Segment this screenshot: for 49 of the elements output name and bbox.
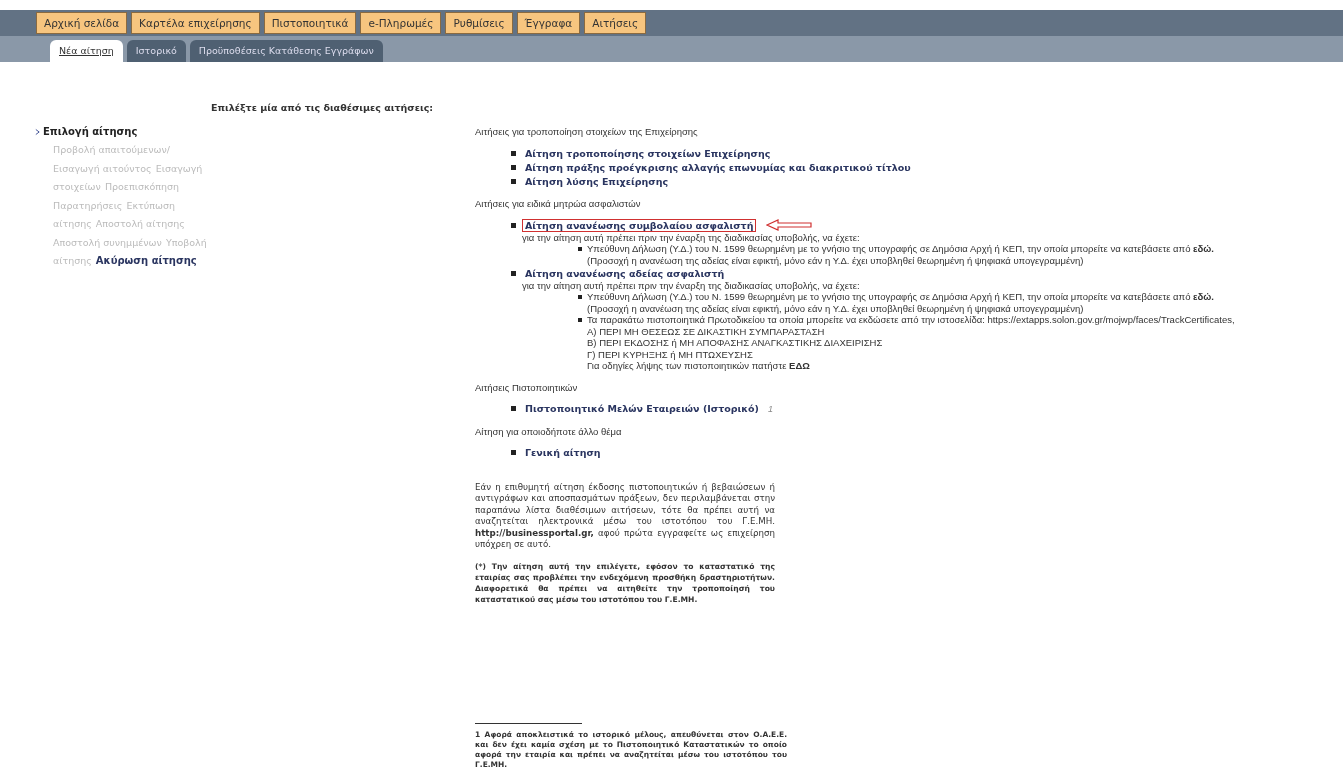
requirement-text: Β) ΠΕΡΙ ΕΚΔΟΣΗΣ ή ΜΗ ΑΠΟΦΑΣΗΣ ΑΝΑΓΚΑΣΤΙΚΗΣ ΔΙΑΧΕΙΡΙΣΗΣ [587, 337, 884, 349]
requirement-text: Για οδηγίες λήψης των πιστοποιητικών πατήστε ΕΔΩ [587, 360, 811, 372]
requirement-text: (Προσοχή η ανανέωση της αδείας είναι εφικτή, μόνο εάν η Υ.Δ. έχει υποβληθεί θεωρημένη ή ψηφιακά υπογεγραμμένη) [587, 254, 1085, 266]
nav-button[interactable]: Έγγραφα [516, 12, 581, 34]
bullet-icon [578, 295, 582, 299]
sidebar-title: Επιλογή αίτησης [43, 126, 138, 137]
bullet-icon [578, 318, 582, 322]
bullet-icon [578, 247, 582, 251]
info-paragraph: Εάν η επιθυμητή αίτηση έκδοσης πιστοποιητικών ή βεβαιώσεων ή αντιγράφων και αποσπασμάτων πράξεων, δεν περιλαμβάνεται στην παραπάνω λίστα διαθέσιμων αιτήσεων, τότε θα πρέπει αυτή να αναζητείται ηλεκτρονικά μέσω του ιστοτόπου του Γ.Ε.ΜΗ. http://businessportal.gr, αφού πρώτα εγγραφείτε ως επιχείρηση υπόχρεη σε αυτό. [475, 481, 775, 551]
bullet-icon [511, 450, 516, 455]
bullet-icon [511, 150, 516, 156]
section-heading: Αιτήσεις για τροποποίηση στοιχείων της Επιχείρησης [475, 126, 699, 137]
requirement-text: (Προσοχή η ανανέωση της αδείας είναι εφικτή, μόνο εάν η Υ.Δ. έχει υποβληθεί θεωρημένη ή ψηφιακά υπογεγραμμένη) [587, 302, 1085, 314]
request-link[interactable]: Αίτηση ανανέωσης αδείας ασφαλιστή [522, 266, 728, 280]
requirement-text: Υπεύθυνη Δήλωση (Υ.Δ.) του Ν. 1599 θεωρημένη με το γνήσιο της υπογραφής σε Δημόσια Αρχή ή ΚΕΠ, την οποία μπορείτε να κατεβάσετε από εδώ. [587, 243, 1214, 255]
step-item[interactable]: Ακύρωση αίτησης [95, 252, 197, 271]
nav-button[interactable]: Αιτήσεις [584, 12, 647, 34]
bullet-icon [511, 270, 516, 276]
nav-button[interactable]: Πιστοποιητικά [263, 12, 357, 34]
bullet-icon [511, 406, 516, 411]
bullet-icon [511, 222, 516, 228]
request-link[interactable]: Αίτηση πράξης προέγκρισης αλλαγής επωνυμίας και διακριτικού τίτλου [522, 160, 914, 174]
section-heading: Αιτήσεις για ειδικά μητρώα ασφαλιστών [475, 198, 642, 209]
requirement-text: Υπεύθυνη Δήλωση (Υ.Δ.) του Ν. 1599 θεωρημένη με το γνήσιο της υπογραφής σε Δημόσια Αρχή ή ΚΕΠ, την οποία μπορείτε να κατεβάσετε από εδώ. [587, 291, 1214, 303]
nav-button[interactable]: Αρχική σελίδα [36, 12, 128, 34]
pointer-arrow-icon [766, 219, 813, 231]
request-link[interactable]: Αίτηση τροποποίησης στοιχείων Επιχείρησης [522, 146, 774, 160]
tab[interactable]: Ιστορικό [126, 40, 186, 62]
request-link[interactable]: Πιστοποιητικό Μελών Εταιρειών (Ιστορικό) [522, 402, 762, 415]
bullet-icon [511, 178, 516, 184]
requirement-text: Γ) ΠΕΡΙ ΚΥΡΗΞΗΣ ή ΜΗ ΠΤΩΧΕΥΣΗΣ [587, 348, 754, 360]
requirements-intro: για την αίτηση αυτή πρέπει πριν την έναρξη της διαδικασίας υποβολής, να έχετε: [522, 232, 861, 243]
nav-button[interactable]: Ρυθμίσεις [445, 12, 513, 34]
requirement-text: Α) ΠΕΡΙ ΜΗ ΘΕΣΕΩΣ ΣΕ ΔΙΚΑΣΤΙΚΗ ΣΥΜΠΑΡΑΣΤΑΣΗ [587, 325, 826, 337]
request-link[interactable]: Γενική αίτηση [522, 446, 604, 459]
footnote-mark: 1 [767, 403, 773, 414]
section-heading: Αίτηση για οποιοδήποτε άλλο θέμα [475, 425, 623, 437]
nav-button[interactable]: Καρτέλα επιχείρησης [131, 12, 260, 34]
tab[interactable]: Νέα αίτηση [50, 40, 123, 62]
requirements-intro: για την αίτηση αυτή πρέπει πριν την έναρξη της διαδικασίας υποβολής, να έχετε: [522, 280, 861, 291]
nav-button[interactable]: e-Πληρωμές [360, 12, 442, 34]
section-heading: Αιτήσεις Πιστοποιητικών [475, 381, 579, 393]
tab[interactable]: Προϋποθέσεις Κατάθεσης Εγγράφων [189, 40, 383, 62]
step-marker-icon [35, 127, 40, 136]
request-link[interactable]: Αίτηση λύσης Επιχείρησης [522, 174, 672, 188]
requirement-text: Τα παρακάτω πιστοποιητικά Πρωτοδικείου τα οποία μπορείτε να εκδώσετε από την ιστοσελίδα: https://extapps.solon.gov.gr/mojwp/faces/TrackCertificates, [587, 314, 1235, 326]
page-heading: Επιλέξτε μία από τις διαθέσιμες αιτήσεις: [211, 102, 435, 113]
bullet-icon [511, 164, 516, 170]
request-link[interactable]: Αίτηση ανανέωσης συμβολαίου ασφαλιστή [522, 218, 757, 232]
